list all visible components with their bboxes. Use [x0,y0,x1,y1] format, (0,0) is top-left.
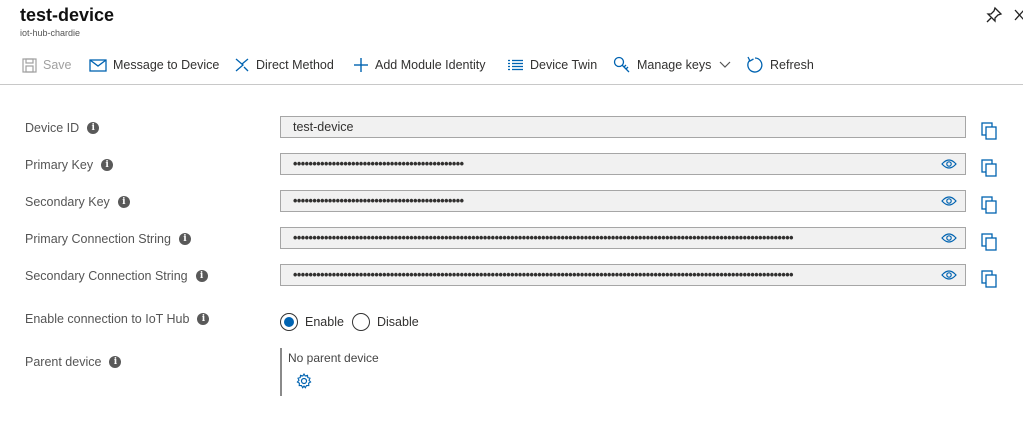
copy-icon[interactable] [981,196,997,214]
secondary-key-label: Secondary Key i [25,195,130,209]
command-bar: Save Message to Device Direct Method Add… [0,50,1023,80]
radio-dot [284,317,294,327]
device-twin-button[interactable]: Device Twin [507,50,597,80]
eye-icon[interactable] [941,269,957,281]
key-icon [613,56,630,73]
primary-key-label: Primary Key i [25,158,114,172]
enable-connection-label: Enable connection to IoT Hub i [25,312,210,326]
info-icon[interactable]: i [109,356,122,368]
refresh-label: Refresh [770,58,814,72]
primary-connection-string-label: Primary Connection String i [25,232,191,246]
primary-connection-string-field[interactable]: ••••••••••••••••••••••••••••••••••••••••… [280,227,966,249]
radio-circle-selected[interactable] [280,313,298,331]
eye-icon[interactable] [941,195,957,207]
info-icon[interactable]: i [117,196,130,208]
secondary-connection-string-field[interactable]: ••••••••••••••••••••••••••••••••••••••••… [280,264,966,286]
secondary-connection-string-label: Secondary Connection String i [25,269,208,283]
info-icon[interactable]: i [197,313,210,325]
save-icon [22,57,37,73]
info-icon[interactable]: i [87,122,100,134]
eye-icon[interactable] [941,232,957,244]
refresh-button[interactable]: Refresh [746,50,814,80]
secondary-key-field[interactable]: ••••••••••••••••••••••••••••••••••••••••… [280,190,966,212]
save-button[interactable]: Save [22,50,72,80]
parent-device-bar [280,348,282,396]
copy-icon[interactable] [981,159,997,177]
refresh-icon [747,56,763,73]
list-icon [508,59,523,71]
manage-keys-label: Manage keys [637,58,712,72]
plus-icon [354,58,368,72]
copy-icon[interactable] [981,233,997,251]
close-icon[interactable] [1012,6,1023,24]
add-module-label: Add Module Identity [375,58,486,72]
enable-radio[interactable]: Enable [280,313,344,331]
enable-radio-label: Enable [305,315,344,329]
info-icon[interactable]: i [178,233,191,245]
page-subtitle: iot-hub-chardie [20,28,81,38]
save-label: Save [43,58,72,72]
gear-icon[interactable] [296,373,312,389]
mail-icon [89,58,107,72]
primary-key-field[interactable]: ••••••••••••••••••••••••••••••••••••••••… [280,153,966,175]
direct-method-label: Direct Method [256,58,334,72]
page-title: test-device [20,5,115,25]
disable-radio-label: Disable [377,315,419,329]
add-module-identity-button[interactable]: Add Module Identity [353,50,486,80]
info-icon[interactable]: i [195,270,208,282]
direct-method-button[interactable]: Direct Method [234,50,334,80]
pin-icon[interactable] [985,6,1003,24]
device-twin-label: Device Twin [530,58,598,72]
device-id-field[interactable]: test-device [280,116,966,138]
copy-icon[interactable] [981,270,997,288]
toolbar-divider [0,84,1023,85]
eye-icon[interactable] [941,158,957,170]
chevron-down-icon [719,61,731,68]
radio-circle[interactable] [352,313,370,331]
info-icon[interactable]: i [101,159,114,171]
message-label: Message to Device [113,58,220,72]
copy-icon[interactable] [981,122,997,140]
message-to-device-button[interactable]: Message to Device [89,50,219,80]
parent-device-label: Parent device i [25,355,122,369]
device-id-label: Device ID i [25,121,100,135]
direct-method-icon [235,58,249,72]
manage-keys-button[interactable]: Manage keys [613,50,737,80]
parent-device-value: No parent device [288,351,379,365]
disable-radio[interactable]: Disable [352,313,419,331]
